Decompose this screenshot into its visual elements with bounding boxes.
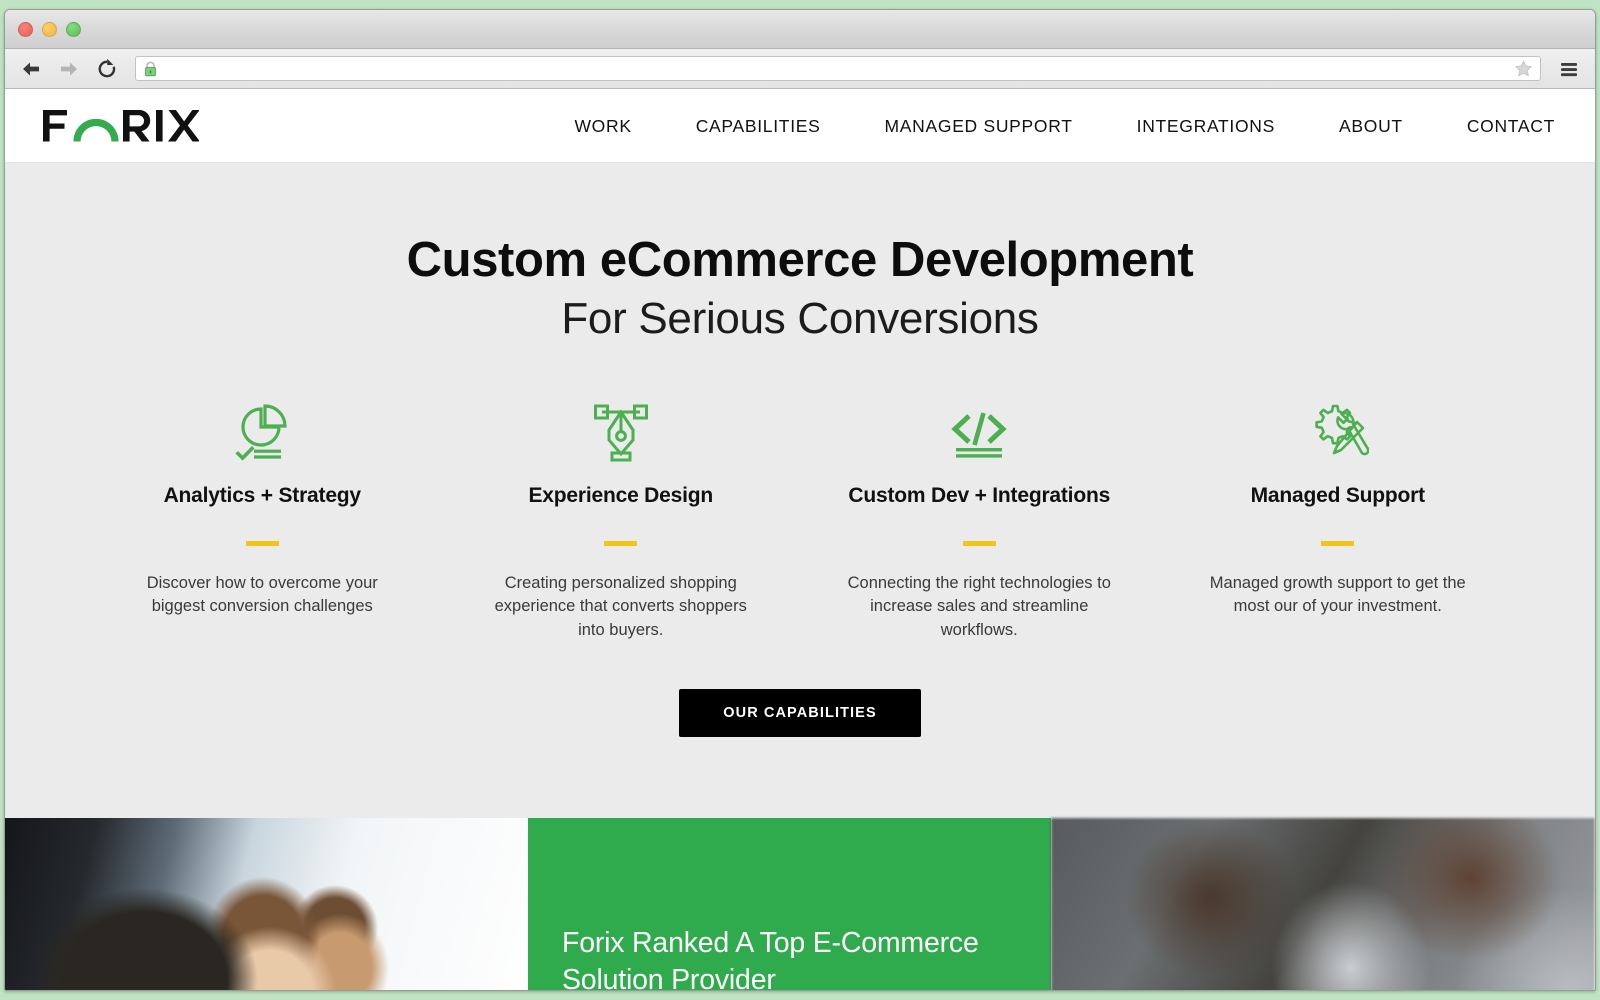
forix-logo[interactable] (41, 106, 199, 146)
feature-list: Analytics + Strategy Discover how to ove… (5, 400, 1595, 642)
code-brackets-icon (948, 400, 1010, 462)
pen-tool-icon (590, 400, 652, 462)
browser-toolbar (5, 49, 1595, 89)
feature-divider (962, 540, 996, 546)
close-window-button[interactable] (18, 21, 33, 37)
cta-container: OUR CAPABILITIES (5, 689, 1595, 738)
news-banner: Forix Ranked A Top E-Commerce Solution P… (5, 818, 1595, 990)
forix-logo-icon (43, 110, 199, 142)
nav-item-contact[interactable]: CONTACT (1435, 116, 1561, 137)
feature-title: Analytics + Strategy (163, 483, 362, 507)
feature-divider (245, 540, 279, 546)
pie-chart-analytics-icon (231, 400, 293, 462)
forward-button[interactable] (55, 55, 83, 83)
feature-divider (1321, 540, 1355, 546)
office-team-photo (5, 818, 528, 990)
feature-description: Discover how to overcome your biggest co… (146, 573, 378, 616)
browser-window: WORK CAPABILITIES MANAGED SUPPORT INTEGR… (4, 9, 1596, 991)
feature-title: Managed Support (1250, 483, 1426, 507)
banner-heading: Forix Ranked A Top E-Commerce Solution P… (562, 927, 979, 990)
page-subtitle: For Serious Conversions (561, 293, 1039, 343)
site-header: WORK CAPABILITIES MANAGED SUPPORT INTEGR… (5, 90, 1595, 163)
our-capabilities-button[interactable]: OUR CAPABILITIES (679, 689, 921, 738)
nav-item-work[interactable]: WORK (542, 116, 663, 137)
address-bar[interactable] (135, 56, 1541, 81)
desktop-background: WORK CAPABILITIES MANAGED SUPPORT INTEGR… (0, 0, 1600, 1000)
lock-icon (143, 60, 158, 77)
hero-section: Custom eCommerce Development For Serious… (5, 163, 1595, 818)
star-icon[interactable] (1514, 59, 1533, 78)
feature-card-analytics: Analytics + Strategy Discover how to ove… (83, 400, 442, 642)
main-navigation: WORK CAPABILITIES MANAGED SUPPORT INTEGR… (542, 116, 1561, 137)
back-button[interactable] (17, 55, 45, 83)
feature-divider (604, 540, 638, 546)
nav-item-managed-support[interactable]: MANAGED SUPPORT (853, 116, 1105, 137)
maximize-window-button[interactable] (66, 21, 81, 37)
feature-card-custom-dev: Custom Dev + Integrations Connecting the… (800, 400, 1159, 642)
forward-arrow-icon (61, 62, 77, 75)
minimize-window-button[interactable] (42, 21, 57, 37)
nav-item-about[interactable]: ABOUT (1307, 116, 1435, 137)
page-viewport: WORK CAPABILITIES MANAGED SUPPORT INTEGR… (5, 90, 1595, 990)
feature-card-managed-support: Managed Support Managed growth support t… (1159, 400, 1518, 642)
blurred-people-photo (1051, 818, 1595, 990)
feature-description: Connecting the right technologies to inc… (847, 573, 1111, 639)
nav-item-integrations[interactable]: INTEGRATIONS (1105, 116, 1307, 137)
feature-title: Custom Dev + Integrations (848, 483, 1111, 507)
reload-icon (98, 58, 116, 77)
page-title: Custom eCommerce Development (406, 233, 1194, 287)
nav-item-capabilities[interactable]: CAPABILITIES (664, 116, 853, 137)
feature-description: Managed growth support to get the most o… (1209, 573, 1466, 616)
back-arrow-icon (23, 62, 39, 75)
feature-description: Creating personalized shopping experienc… (494, 573, 747, 639)
reload-button[interactable] (93, 55, 121, 83)
banner-green-panel[interactable]: Forix Ranked A Top E-Commerce Solution P… (528, 818, 1051, 990)
feature-card-experience-design: Experience Design Creating personalized … (442, 400, 801, 642)
browser-title-bar (5, 10, 1595, 49)
gear-tools-icon (1307, 400, 1369, 462)
feature-title: Experience Design (528, 483, 713, 507)
hamburger-menu-button[interactable] (1555, 55, 1583, 83)
hamburger-menu-icon (1561, 62, 1577, 76)
